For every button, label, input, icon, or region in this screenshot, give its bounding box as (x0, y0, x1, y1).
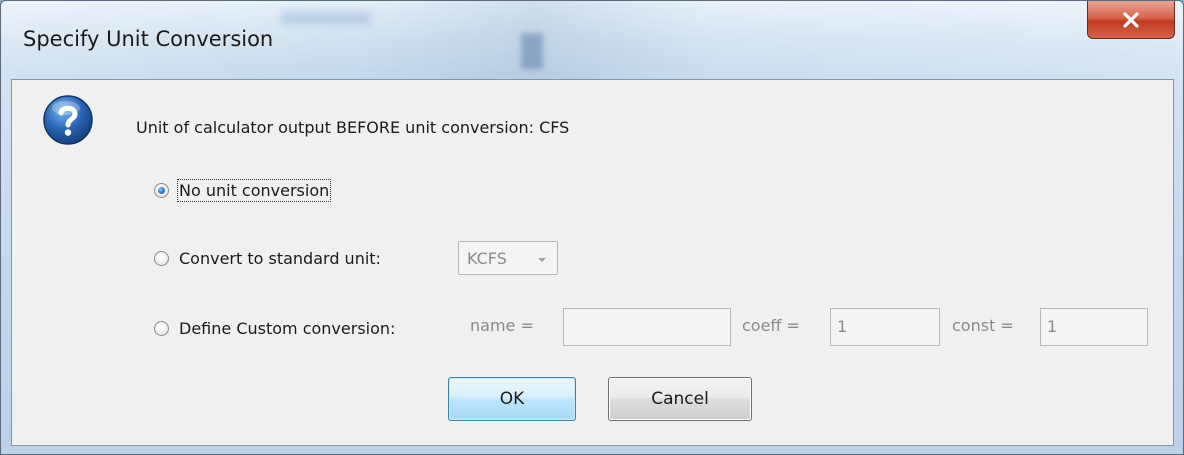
ok-button[interactable]: OK (448, 377, 576, 421)
window-title: Specify Unit Conversion (23, 27, 274, 51)
standard-unit-value: KCFS (467, 249, 507, 268)
close-icon (1122, 11, 1140, 28)
const-label: const = (952, 316, 1014, 335)
conversion-header: Unit of calculator output BEFORE unit co… (136, 118, 570, 137)
radio-standard-unit[interactable] (154, 250, 169, 266)
dialog-window: Specify Unit Conversion Unit of calculat… (0, 0, 1184, 455)
title-bar[interactable]: Specify Unit Conversion (1, 1, 1183, 79)
coeff-input[interactable]: 1 (830, 308, 940, 346)
chevron-down-icon (535, 251, 549, 265)
option-standard-unit[interactable]: Convert to standard unit: (154, 243, 381, 273)
background-blur (281, 11, 371, 25)
close-button[interactable] (1087, 1, 1175, 39)
option-label: No unit conversion (176, 178, 332, 202)
name-label: name = (470, 316, 534, 335)
radio-no-conversion[interactable] (154, 182, 169, 198)
dialog-body: Unit of calculator output BEFORE unit co… (11, 79, 1174, 446)
coeff-label: coeff = (742, 316, 800, 335)
option-label: Convert to standard unit: (179, 248, 381, 268)
standard-unit-select[interactable]: KCFS (458, 241, 558, 275)
option-label: Define Custom conversion: (179, 318, 396, 338)
background-blur (521, 33, 543, 69)
radio-custom-conversion[interactable] (154, 320, 169, 336)
const-input[interactable]: 1 (1040, 308, 1148, 346)
name-input[interactable] (563, 308, 731, 346)
question-icon (42, 94, 94, 146)
cancel-button[interactable]: Cancel (608, 377, 752, 421)
option-custom-conversion[interactable]: Define Custom conversion: (154, 313, 395, 343)
option-no-conversion[interactable]: No unit conversion (154, 175, 332, 205)
